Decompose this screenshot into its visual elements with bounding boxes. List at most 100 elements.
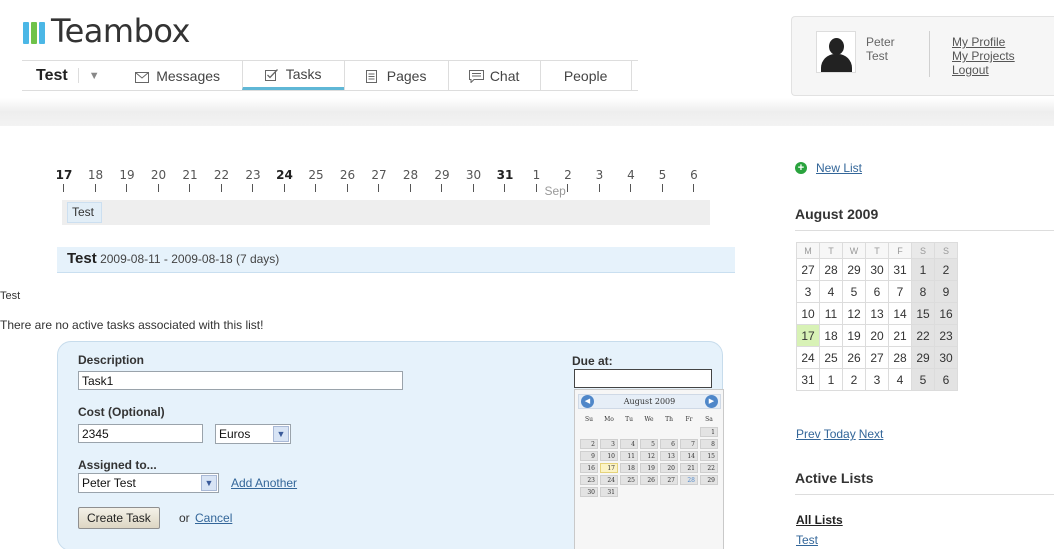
- my-projects-link[interactable]: My Projects: [952, 49, 1015, 63]
- new-list-link[interactable]: New List: [816, 161, 862, 175]
- date-picker-day[interactable]: 3: [600, 439, 618, 449]
- date-picker-day[interactable]: 22: [700, 463, 718, 473]
- list-link-test[interactable]: Test: [796, 533, 818, 547]
- calendar-day[interactable]: 10: [796, 302, 820, 325]
- date-picker-day[interactable]: 5: [640, 439, 658, 449]
- date-picker-day[interactable]: 21: [680, 463, 698, 473]
- date-picker-day[interactable]: 2: [580, 439, 598, 449]
- calendar-day[interactable]: 12: [842, 302, 866, 325]
- date-picker-day[interactable]: 9: [580, 451, 598, 461]
- prev-month-icon[interactable]: ◀: [581, 395, 594, 408]
- date-picker-day[interactable]: 19: [640, 463, 658, 473]
- calendar-day[interactable]: 30: [934, 346, 958, 369]
- calendar-day[interactable]: 26: [842, 346, 866, 369]
- calendar-day[interactable]: 21: [888, 324, 912, 347]
- logout-link[interactable]: Logout: [952, 63, 1015, 77]
- calendar-day[interactable]: 29: [911, 346, 935, 369]
- calendar-day[interactable]: 8: [911, 280, 935, 303]
- assignee-select[interactable]: Peter Test ▼: [78, 473, 219, 493]
- date-picker-day[interactable]: 25: [620, 475, 638, 485]
- calendar-day[interactable]: 5: [911, 368, 935, 391]
- date-picker-day[interactable]: 8: [700, 439, 718, 449]
- calendar-day[interactable]: 29: [842, 258, 866, 281]
- date-picker-day[interactable]: 31: [600, 487, 618, 497]
- date-picker-day[interactable]: 15: [700, 451, 718, 461]
- calendar-day[interactable]: 15: [911, 302, 935, 325]
- date-picker-day[interactable]: 20: [660, 463, 678, 473]
- calendar-day[interactable]: 3: [796, 280, 820, 303]
- project-name[interactable]: Test: [22, 61, 78, 90]
- calendar-day[interactable]: 31: [888, 258, 912, 281]
- date-picker-day[interactable]: 18: [620, 463, 638, 473]
- currency-select[interactable]: Euros ▼: [215, 424, 291, 444]
- calendar-day[interactable]: 23: [934, 324, 958, 347]
- calendar-day[interactable]: 19: [842, 324, 866, 347]
- tab-messages[interactable]: Messages: [114, 61, 242, 90]
- my-profile-link[interactable]: My Profile: [952, 35, 1015, 49]
- date-picker-day[interactable]: 6: [660, 439, 678, 449]
- description-input[interactable]: [78, 371, 403, 390]
- task-list-title[interactable]: Test: [67, 250, 97, 267]
- calendar-day[interactable]: 11: [819, 302, 843, 325]
- calendar-day[interactable]: 3: [865, 368, 889, 391]
- prev-link[interactable]: Prev: [796, 427, 821, 441]
- calendar-day[interactable]: 22: [911, 324, 935, 347]
- date-picker-day[interactable]: 16: [580, 463, 598, 473]
- calendar-day[interactable]: 31: [796, 368, 820, 391]
- calendar-day[interactable]: 25: [819, 346, 843, 369]
- calendar-day[interactable]: 16: [934, 302, 958, 325]
- next-month-icon[interactable]: ▶: [705, 395, 718, 408]
- calendar-day[interactable]: 27: [865, 346, 889, 369]
- calendar-day[interactable]: 4: [888, 368, 912, 391]
- date-picker-day[interactable]: 29: [700, 475, 718, 485]
- date-picker-day[interactable]: 13: [660, 451, 678, 461]
- calendar-day[interactable]: 18: [819, 324, 843, 347]
- date-picker-day[interactable]: 30: [580, 487, 598, 497]
- calendar-day[interactable]: 28: [819, 258, 843, 281]
- date-picker-day[interactable]: 28: [680, 475, 698, 485]
- date-picker-day[interactable]: 10: [600, 451, 618, 461]
- create-task-button[interactable]: Create Task: [78, 507, 160, 529]
- date-picker-day[interactable]: 17: [600, 463, 618, 473]
- today-link[interactable]: Today: [824, 427, 856, 441]
- date-picker-day[interactable]: 26: [640, 475, 658, 485]
- calendar-day[interactable]: 6: [934, 368, 958, 391]
- calendar-day[interactable]: 14: [888, 302, 912, 325]
- avatar[interactable]: [816, 31, 856, 73]
- cost-input[interactable]: [78, 424, 203, 443]
- tab-tasks[interactable]: Tasks: [241, 61, 344, 90]
- tab-chat[interactable]: Chat: [447, 61, 540, 90]
- date-picker-day[interactable]: 27: [660, 475, 678, 485]
- date-picker-day[interactable]: 12: [640, 451, 658, 461]
- calendar-day[interactable]: 30: [865, 258, 889, 281]
- teambox-logo[interactable]: Teambox: [23, 12, 190, 50]
- calendar-day[interactable]: 2: [934, 258, 958, 281]
- calendar-day[interactable]: 9: [934, 280, 958, 303]
- due-at-input[interactable]: [574, 369, 712, 388]
- calendar-day[interactable]: 1: [819, 368, 843, 391]
- date-picker-day[interactable]: 11: [620, 451, 638, 461]
- calendar-day[interactable]: 24: [796, 346, 820, 369]
- calendar-day[interactable]: 13: [865, 302, 889, 325]
- cancel-link[interactable]: Cancel: [195, 511, 232, 525]
- timeline-item[interactable]: Test: [67, 202, 102, 223]
- new-list-action[interactable]: + New List: [795, 161, 862, 175]
- calendar-day[interactable]: 7: [888, 280, 912, 303]
- date-picker-day[interactable]: 7: [680, 439, 698, 449]
- next-link[interactable]: Next: [859, 427, 884, 441]
- calendar-day[interactable]: 1: [911, 258, 935, 281]
- date-picker-day[interactable]: 23: [580, 475, 598, 485]
- date-picker-day[interactable]: 1: [700, 427, 718, 437]
- date-picker-day[interactable]: 4: [620, 439, 638, 449]
- project-dropdown-arrow[interactable]: ▼: [77, 68, 114, 83]
- date-picker-day[interactable]: 14: [680, 451, 698, 461]
- all-lists-link[interactable]: All Lists: [796, 513, 843, 527]
- calendar-day[interactable]: 5: [842, 280, 866, 303]
- add-another-link[interactable]: Add Another: [231, 476, 297, 490]
- calendar-day[interactable]: 2: [842, 368, 866, 391]
- calendar-day[interactable]: 4: [819, 280, 843, 303]
- tab-pages[interactable]: Pages: [343, 61, 448, 90]
- calendar-day[interactable]: 6: [865, 280, 889, 303]
- calendar-day[interactable]: 17: [796, 324, 820, 347]
- tab-people[interactable]: People: [539, 61, 632, 90]
